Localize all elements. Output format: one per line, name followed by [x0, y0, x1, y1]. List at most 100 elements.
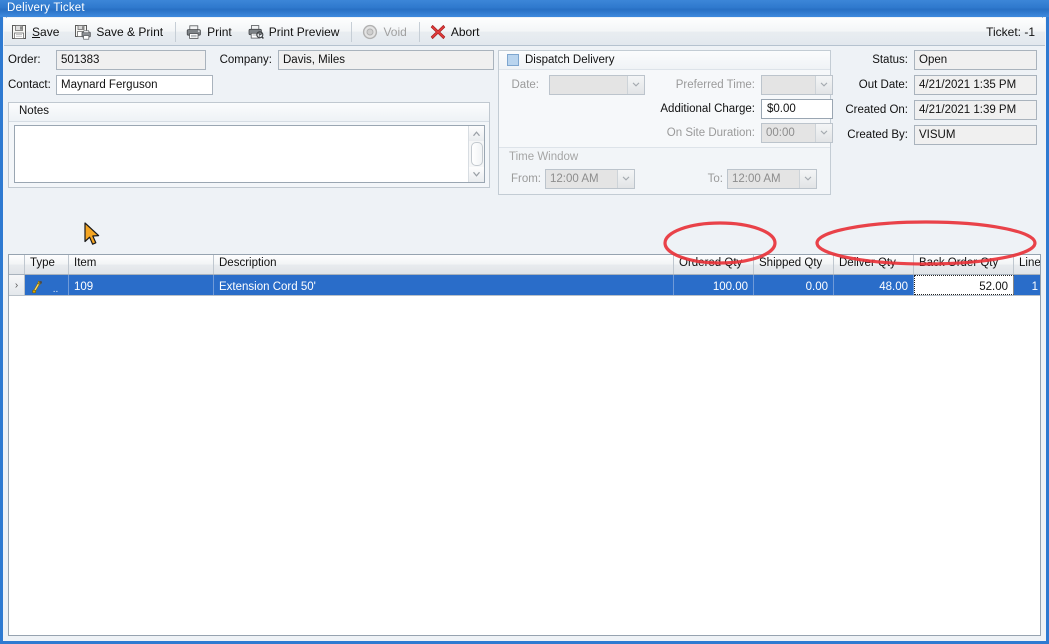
date-label: Date: [511, 79, 540, 91]
scroll-down-icon[interactable] [469, 167, 484, 182]
order-row: Order: 501383 Company: Davis, Miles [8, 50, 494, 70]
notes-label: Notes [9, 103, 489, 122]
contact-row: Contact: Maynard Ferguson [8, 75, 494, 95]
line-items-grid: Type Item Description Ordered Qty Shipped Qt… [8, 254, 1041, 636]
from-label: From: [510, 173, 541, 185]
time-window-to-row: To: 12:00 AM [699, 169, 817, 189]
out-date-value[interactable]: 4/21/2021 1:35 PM [914, 75, 1037, 95]
dispatch-delivery-header[interactable]: Dispatch Delivery [499, 51, 830, 70]
time-window-group: Time Window From: 12:00 AM To: 12:00 AM [499, 147, 830, 194]
form-body: Order: 501383 Company: Davis, Miles Cont… [4, 46, 1045, 640]
dispatch-delivery-checkbox[interactable] [507, 54, 519, 66]
save-button[interactable]: Save [4, 19, 68, 45]
row-indicator[interactable]: › [9, 275, 25, 295]
on-site-duration-combo[interactable]: 00:00 [761, 123, 833, 143]
date-row: Date: [505, 75, 645, 95]
on-site-duration-label: On Site Duration: [666, 127, 755, 139]
from-time-combo[interactable]: 12:00 AM [545, 169, 635, 189]
chevron-down-icon[interactable] [815, 76, 832, 94]
date-combo[interactable] [549, 75, 645, 95]
preferred-time-combo[interactable] [761, 75, 833, 95]
grid-cell-item[interactable]: 109 [69, 275, 214, 295]
red-x-icon [430, 24, 446, 40]
dispatch-fields: Date: Preferred Time: Additional Charge:… [499, 70, 833, 146]
toolbar-separator-2 [351, 21, 353, 42]
table-row[interactable]: ›.. 109 Extension Cord 50' 100.00 0.00 48.00 5… [9, 275, 1040, 296]
additional-charge-row: Additional Charge: $0.00 [644, 99, 833, 119]
contact-input[interactable]: Maynard Ferguson [56, 75, 213, 95]
void-button[interactable]: Void [355, 19, 415, 45]
status-panel: Status: Open Out Date: 4/21/2021 1:35 PM… [838, 50, 1043, 150]
floppy-disk-icon [11, 24, 27, 40]
grid-header-description[interactable]: Description [214, 255, 674, 274]
grid-header-deliver_qty[interactable]: Deliver Qty [834, 255, 914, 274]
grid-cell-back_order_qty[interactable]: 52.00 [914, 275, 1014, 295]
printer-icon [186, 24, 202, 40]
order-info-section: Order: 501383 Company: Davis, Miles Cont… [8, 50, 494, 100]
grid-header-item[interactable]: Item [69, 255, 214, 274]
to-time-combo[interactable]: 12:00 AM [727, 169, 817, 189]
status-row: Status: Open [838, 50, 1043, 70]
dispatch-delivery-panel: Dispatch Delivery Date: Preferred Time: [498, 50, 833, 195]
window-title-bar[interactable]: Delivery Ticket [0, 0, 1049, 17]
grid-header-back_order_qty[interactable]: Back Order Qty [914, 255, 1014, 274]
chevron-down-icon[interactable] [617, 170, 634, 188]
grid-cell-type[interactable]: .. [25, 275, 69, 295]
to-time-value: 12:00 AM [732, 173, 781, 185]
created-on-value[interactable]: 4/21/2021 1:39 PM [914, 100, 1037, 120]
chevron-down-icon[interactable] [815, 124, 832, 142]
dispatch-delivery-title: Dispatch Delivery [525, 54, 615, 66]
grid-header-ordered_qty[interactable]: Ordered Qty [674, 255, 754, 274]
print-button[interactable]: Print [179, 19, 241, 45]
grid-cell-description[interactable]: Extension Cord 50' [214, 275, 674, 295]
notes-textarea[interactable] [15, 126, 468, 182]
preferred-time-row: Preferred Time: [659, 75, 833, 95]
scroll-up-icon[interactable] [469, 126, 484, 141]
scroll-thumb[interactable] [470, 142, 483, 166]
created-on-row: Created On: 4/21/2021 1:39 PM [838, 100, 1043, 120]
grid-cell-deliver_qty[interactable]: 48.00 [834, 275, 914, 295]
print-preview-button[interactable]: Print Preview [241, 19, 349, 45]
notes-scrollbar[interactable] [468, 126, 484, 182]
additional-charge-value: $0.00 [767, 103, 796, 115]
void-label: Void [383, 24, 407, 39]
grid-header-line[interactable]: Line [1014, 255, 1040, 274]
out-date-row: Out Date: 4/21/2021 1:35 PM [838, 75, 1043, 95]
status-label: Status: [872, 54, 908, 66]
delivery-ticket-window: Delivery Ticket Save Save & Print Print … [0, 0, 1049, 644]
order-input[interactable]: 501383 [56, 50, 206, 70]
floppy-disk-printer-icon [75, 24, 92, 40]
save-label-rest: ave [40, 24, 60, 39]
abort-button[interactable]: Abort [423, 19, 489, 45]
additional-charge-input[interactable]: $0.00 [761, 99, 833, 119]
toolbar-separator-3 [418, 21, 420, 42]
out-date-label: Out Date: [858, 79, 908, 91]
contact-label: Contact: [8, 79, 51, 91]
grid-cell-ordered_qty[interactable]: 100.00 [674, 275, 754, 295]
created-by-row: Created By: VISUM [838, 125, 1043, 145]
type-ellipsis-button[interactable]: .. [48, 279, 63, 295]
company-input[interactable]: Davis, Miles [278, 50, 494, 70]
print-preview-label: Print Preview [268, 24, 340, 39]
notes-group: Notes [8, 102, 490, 188]
preferred-time-label: Preferred Time: [675, 79, 755, 91]
time-window-label: Time Window [509, 151, 579, 163]
on-site-duration-value: 00:00 [766, 127, 795, 139]
save-and-print-button[interactable]: Save & Print [68, 19, 172, 45]
tool-icon [30, 280, 44, 294]
order-label: Order: [8, 54, 41, 66]
grid-cell-line[interactable]: 1 [1014, 275, 1040, 295]
grid-cell-shipped_qty[interactable]: 0.00 [754, 275, 834, 295]
company-label: Company: [219, 54, 272, 66]
grid-body: ›.. 109 Extension Cord 50' 100.00 0.00 48.00 5… [9, 275, 1040, 296]
status-value[interactable]: Open [914, 50, 1037, 70]
ticket-number-label: Ticket: -1 [986, 24, 1035, 39]
chevron-down-icon[interactable] [627, 76, 644, 94]
chevron-down-icon[interactable] [799, 170, 816, 188]
from-time-value: 12:00 AM [550, 173, 599, 185]
grid-header-shipped_qty[interactable]: Shipped Qty [754, 255, 834, 274]
created-by-value[interactable]: VISUM [914, 125, 1037, 145]
toolbar: Save Save & Print Print Print Preview Vo… [4, 18, 1045, 46]
additional-charge-label: Additional Charge: [660, 103, 755, 115]
grid-header-type[interactable]: Type [25, 255, 69, 274]
